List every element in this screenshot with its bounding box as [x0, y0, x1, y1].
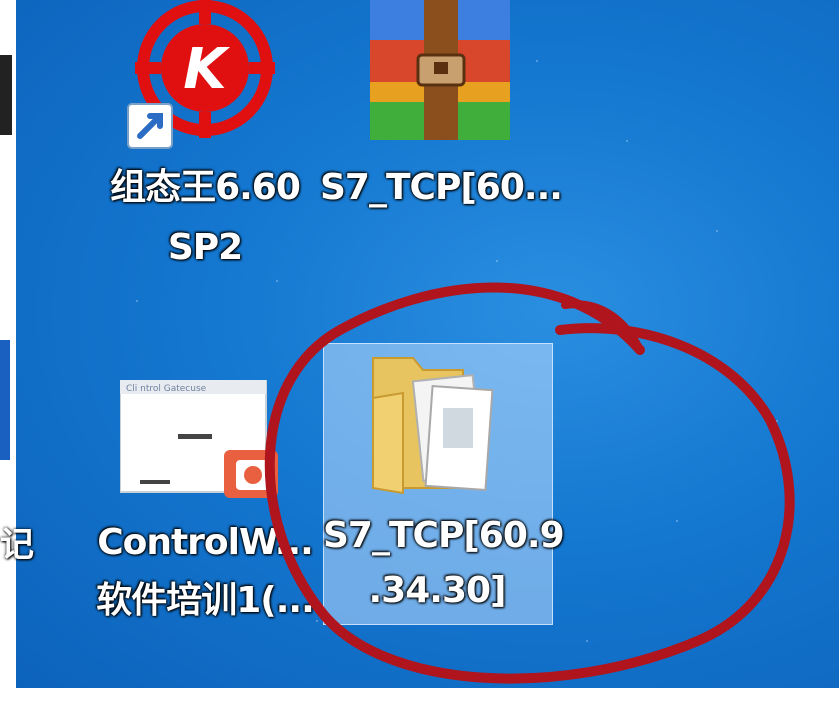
red-annotation-circle — [264, 282, 795, 684]
